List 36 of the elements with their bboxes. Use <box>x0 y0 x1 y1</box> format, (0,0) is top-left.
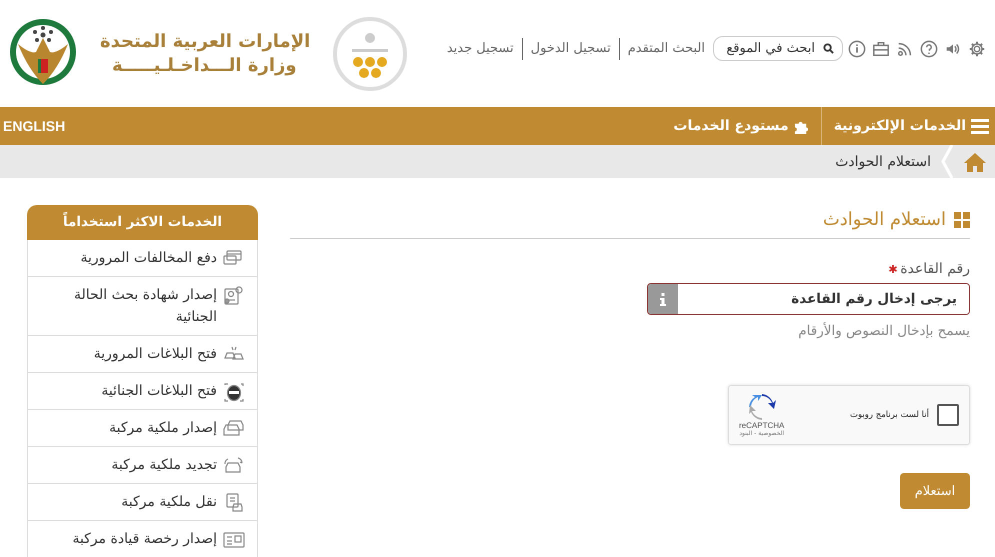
service-item[interactable]: تجديد ملكية مركبة <box>27 447 258 484</box>
captcha-brand: reCAPTCHA <box>739 421 784 430</box>
sidebar-title: الخدمات الاكثر استخداماً <box>27 205 258 240</box>
menu-icon <box>971 118 989 134</box>
service-item[interactable]: فتح البلاغات الجنائية <box>27 373 258 410</box>
service-item[interactable]: إصدار ملكية مركبة <box>27 410 258 447</box>
link[interactable]: البحث المتقدم <box>624 41 709 56</box>
chevron-icon <box>941 145 953 178</box>
license-service-icon <box>223 530 245 550</box>
captcha-label: أنا لست برنامج روبوت <box>849 410 929 420</box>
recaptcha-logo <box>748 393 776 421</box>
service-item[interactable]: فتح البلاغات المرورية <box>27 336 258 373</box>
search-field[interactable]: ابحث في الموقع <box>713 36 843 61</box>
field-label: رقم القاعدة <box>900 261 970 277</box>
link[interactable]: تسجيل الدخول <box>526 41 615 56</box>
settings-icon[interactable] <box>968 40 986 58</box>
briefcase-icon[interactable] <box>872 40 890 58</box>
field-hint: يسمح بإدخال النصوص والأرقام <box>797 323 970 339</box>
service-item[interactable]: دفع المخالفات المرورية <box>27 240 258 277</box>
info-icon[interactable] <box>848 40 866 58</box>
captcha-checkbox[interactable] <box>937 404 959 426</box>
home-icon <box>963 152 987 172</box>
ministry-name: وزارة الـــداخـلـيـــــة <box>111 54 297 78</box>
service-item[interactable]: نقل ملكية مركبة <box>27 484 258 521</box>
service-item[interactable]: إصدار رخصة قيادة مركبة <box>27 521 258 557</box>
grid-icon <box>954 212 970 228</box>
breadcrumb-current: استعلام الحوادث <box>835 154 931 170</box>
search-icon <box>823 43 834 54</box>
info-icon <box>660 292 666 306</box>
link[interactable]: تسجيل جديد <box>442 41 518 56</box>
input-field[interactable]: يرجى إدخال رقم القاعدة <box>647 283 970 315</box>
service-item[interactable]: إصدار شهادة بحث الحالة الجنائية <box>27 277 258 336</box>
help-icon[interactable] <box>920 40 938 58</box>
page-title: استعلام الحوادث <box>822 209 946 230</box>
ministry-name: الإمارات العربية المتحدة <box>100 30 310 54</box>
certificate-service-icon <box>223 286 245 306</box>
